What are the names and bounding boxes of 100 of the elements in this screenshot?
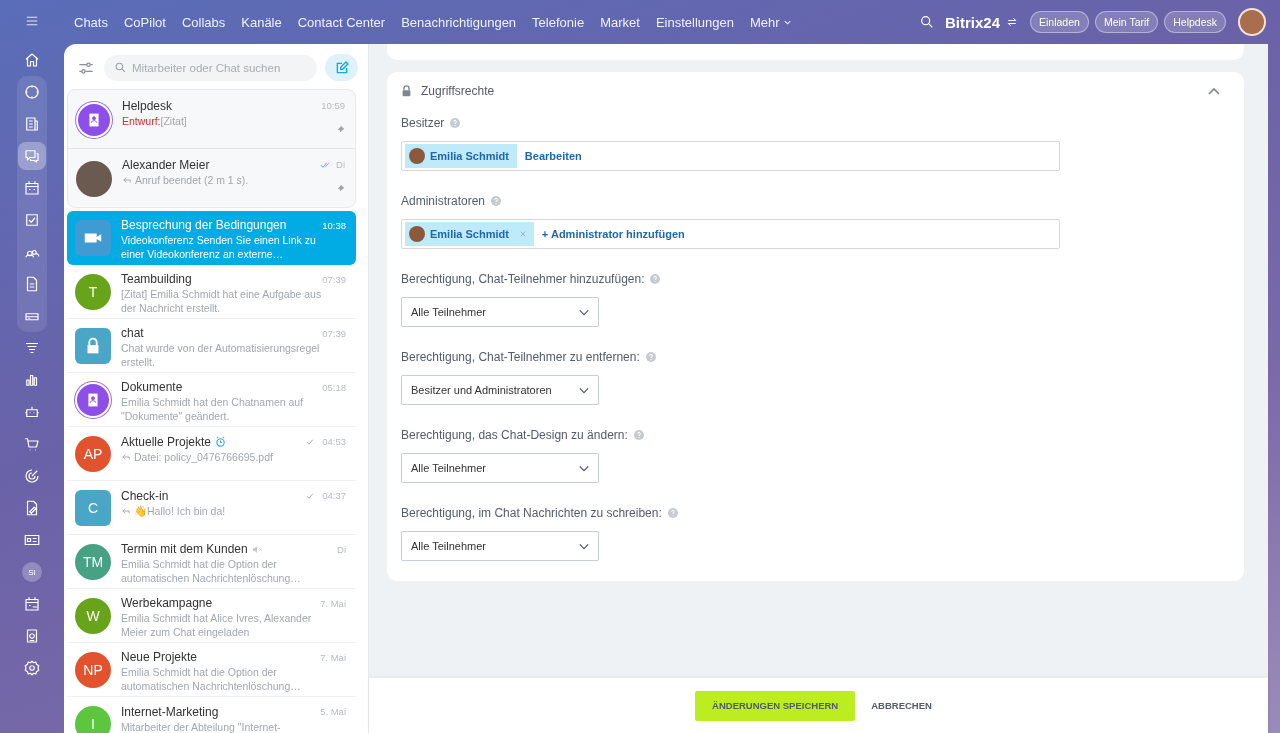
lock-icon — [401, 85, 412, 97]
nav-link[interactable]: Kanäle — [241, 14, 282, 30]
permission-select[interactable]: Alle Teilnehmer — [401, 531, 599, 561]
chat-name: Dokumente — [121, 380, 183, 394]
chat-preview: Emilia Schmidt hat die Option der automatischen Nachrichtenlöschung… — [121, 557, 302, 585]
chat-avatar: AP — [75, 436, 111, 472]
chat-time: 05:18 — [322, 381, 346, 393]
nav-link[interactable]: Collabs — [181, 14, 226, 30]
search-icon[interactable] — [919, 14, 935, 30]
switch-icon[interactable] — [1006, 16, 1018, 28]
permission-select[interactable]: Alle Teilnehmer — [401, 453, 599, 483]
nav-link[interactable]: Market — [600, 14, 640, 30]
permission-select[interactable]: Besitzer und Administratoren — [401, 375, 599, 405]
chat-item[interactable]: W Werbekampagne 7. Mai Emilia Schmidt hat Alice Ivres, Alexander Meier zum Chat eingeladen — [67, 589, 356, 643]
chat-name: Teambuilding — [121, 272, 192, 286]
field-label: Berechtigung, Chat-Teilnehmer zu entfernen: — [401, 350, 640, 364]
header-button[interactable]: Helpdesk — [1164, 11, 1226, 33]
chat-avatar: C — [75, 490, 111, 526]
user-chip[interactable]: Emilia Schmidt — [405, 222, 534, 246]
owner-field[interactable]: Emilia Schmidt Bearbeiten — [401, 141, 1060, 171]
chat-preview: Datei: policy_0476766695.pdf — [134, 450, 273, 464]
search-field[interactable]: Mitarbeiter oder Chat suchen — [104, 54, 317, 81]
chat-item[interactable]: chat 07:39 Chat wurde von der Automatisierungsregel erstellt. — [67, 319, 356, 373]
chat-time: 10:38 — [322, 219, 346, 231]
chat-preview: 👋Hallo! Ich bin da! — [134, 504, 226, 518]
chat-avatar: W — [75, 598, 111, 634]
add-admin-link[interactable]: + Administrator hinzufügen — [541, 228, 685, 240]
nav-link[interactable]: Benachrichtigungen — [401, 14, 517, 30]
chat-icon[interactable] — [18, 142, 46, 170]
caret-icon — [579, 386, 589, 394]
edit-link[interactable]: Bearbeiten — [524, 150, 582, 162]
chat-name: Besprechung der Bedingungen — [121, 218, 287, 232]
field-label: Administratoren — [401, 194, 486, 208]
cancel-button[interactable]: ABBRECHEN — [861, 700, 942, 711]
chat-preview: Emilia Schmidt hat den Chatnamen auf "Dokumente" geändert. — [121, 395, 305, 423]
nav-link[interactable]: Telefonie — [532, 14, 585, 30]
header-button[interactable]: Mein Tarif — [1094, 11, 1159, 33]
chat-item[interactable]: I Internet-Marketing 5. Mai Mitarbeiter der Abteilung "Internet- — [67, 697, 356, 733]
chat-time: 5. Mai — [320, 706, 346, 717]
logo-text[interactable]: Bitrix24 — [945, 13, 1000, 31]
chat-item[interactable]: Alexander Meier Di Anruf beendet (2 m 1 s). — [68, 148, 355, 207]
chat-name: Helpdesk — [122, 98, 174, 113]
caret-icon — [579, 464, 589, 472]
collapse-caret-icon[interactable] — [1208, 87, 1220, 95]
chat-preview: Chat wurde von der Automatisierungsregel erstellt. — [121, 341, 321, 369]
chat-name: Check-in — [121, 488, 169, 503]
chat-avatar: I — [75, 706, 111, 733]
section-title: Zugriffsrechte — [421, 84, 496, 98]
field-label: Berechtigung, das Chat-Design zu ändern: — [401, 428, 628, 442]
chat-time: 04:37 — [322, 490, 346, 501]
permission-select[interactable]: Alle Teilnehmer — [401, 297, 599, 327]
chat-item[interactable]: AP Aktuelle Projekte 04:53 Datei: policy_0476766695.pdf — [67, 427, 356, 481]
chat-avatar: T — [75, 274, 111, 310]
field-label: Berechtigung, im Chat Nachrichten zu schreiben: — [401, 506, 662, 520]
chat-avatar — [76, 161, 112, 197]
caret-icon — [579, 542, 589, 550]
pin-icon[interactable] — [337, 184, 345, 192]
chat-preview: Videokonferenz Senden Sie einen Link zu einer Videokonferenz an externe… — [121, 233, 317, 261]
user-initials-avatar[interactable]: SI — [22, 562, 42, 582]
nav-link[interactable]: Chats — [74, 14, 108, 30]
chat-item[interactable]: C Check-in 04:37 👋Hallo! Ich bin da! — [67, 481, 356, 535]
chat-item[interactable]: TM Termin mit dem Kunden Di Emilia Schmidt hat die Option der automatischen Nachrichtenlöschung… — [67, 535, 356, 589]
chat-name: Alexander Meier — [122, 157, 211, 172]
chat-time: 07:39 — [322, 273, 346, 285]
chat-item[interactable]: Helpdesk 10:59 Entwurf:[Zitat] — [68, 90, 355, 148]
save-button[interactable]: ÄNDERUNGEN SPEICHERN — [695, 690, 856, 721]
chat-time: 7. Mai — [320, 651, 346, 663]
chat-item[interactable]: T Teambuilding 07:39 [Zitat] Emilia Schmidt hat eine Aufgabe aus der Nachricht erstellt. — [67, 265, 356, 319]
header-button[interactable]: Einladen — [1030, 11, 1089, 33]
chat-time: 7. Mai — [320, 597, 346, 609]
chat-name: Termin mit dem Kunden — [121, 542, 248, 556]
chat-time: 04:53 — [322, 436, 346, 447]
pin-icon[interactable] — [337, 125, 345, 133]
chat-avatar: TM — [75, 544, 111, 580]
chat-preview: Emilia Schmidt hat Alice Ivres, Alexander Meier zum Chat eingeladen — [121, 611, 313, 639]
compose-button[interactable] — [325, 54, 358, 81]
user-chip[interactable]: Emilia Schmidt — [405, 144, 517, 168]
field-label: Berechtigung, Chat-Teilnehmer hinzuzufügen: — [401, 272, 645, 286]
chat-preview: Entwurf:[Zitat] — [122, 114, 187, 128]
chat-preview: [Zitat] Emilia Schmidt hat eine Aufgabe aus der Nachricht erstellt. — [121, 287, 323, 315]
search-icon — [114, 60, 127, 74]
nav-link[interactable]: Mehr — [749, 14, 792, 30]
chat-time: 07:39 — [322, 327, 346, 339]
nav-link[interactable]: Contact Center — [297, 14, 386, 30]
nav-link[interactable]: Einstellungen — [655, 14, 734, 30]
user-avatar[interactable] — [1238, 8, 1266, 36]
chat-name: Werbekampagne — [121, 596, 213, 610]
chat-avatar: NP — [75, 652, 111, 688]
caret-icon — [579, 308, 589, 316]
chat-preview: Emilia Schmidt hat die Option der automatischen Nachrichtenlöschung… — [121, 665, 302, 693]
field-label: Besitzer — [401, 116, 445, 130]
chat-item[interactable]: NP Neue Projekte 7. Mai Emilia Schmidt hat die Option der automatischen Nachrichtenlöschung… — [67, 643, 356, 697]
chat-item[interactable]: Dokumente 05:18 Emilia Schmidt hat den Chatnamen auf "Dokumente" geändert. — [67, 373, 356, 427]
chat-time: Di — [336, 159, 345, 170]
chat-preview: Mitarbeiter der Abteilung "Internet- — [121, 720, 281, 733]
chat-time: 10:59 — [321, 100, 345, 111]
admins-field[interactable]: Emilia Schmidt + Administrator hinzufügen — [401, 219, 1060, 249]
chat-name: Internet-Marketing — [121, 704, 219, 719]
chat-name: Neue Projekte — [121, 650, 198, 664]
nav-link[interactable]: CoPilot — [123, 14, 166, 30]
